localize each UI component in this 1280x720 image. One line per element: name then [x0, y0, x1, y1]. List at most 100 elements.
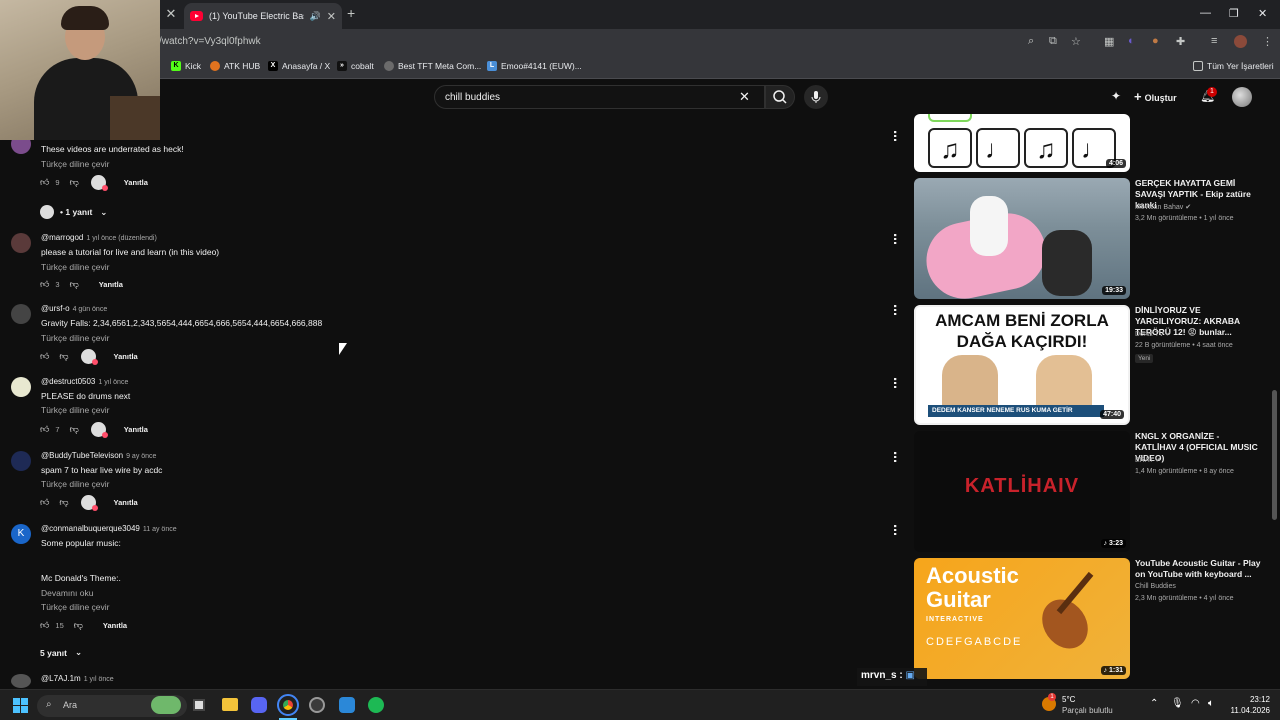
read-more-link[interactable]: Devamını oku — [41, 588, 93, 598]
app-icon[interactable] — [339, 697, 355, 713]
chrome-icon[interactable] — [277, 694, 299, 716]
replies-toggle[interactable]: • 1 yanıt ⌄ — [40, 205, 107, 219]
reply-button[interactable]: Yanıtla — [103, 621, 127, 630]
weather-desc[interactable]: Parçalı bulutlu — [1062, 706, 1113, 715]
video-thumbnail[interactable]: Acoustic Guitar INTERACTIVE CDEFGABCDE ♪… — [914, 558, 1130, 679]
bookmark-item[interactable]: L Emoo#4141 (EUW)... — [487, 61, 582, 71]
avatar[interactable] — [11, 233, 31, 253]
wifi-icon[interactable]: ◠ — [1191, 698, 1200, 709]
video-thumbnail[interactable]: ♫ ♩ ♫ ♩ 4:06 — [914, 114, 1130, 172]
all-bookmarks[interactable]: Tüm Yer İşaretleri — [1193, 61, 1274, 71]
translate-link[interactable]: Türkçe diline çevir — [41, 333, 110, 343]
create-button[interactable]: + Oluştur — [1134, 87, 1177, 107]
like-icon[interactable]: 👍︎ — [40, 424, 49, 435]
translate-link[interactable]: Türkçe diline çevir — [41, 159, 110, 169]
file-explorer-icon[interactable] — [222, 698, 238, 711]
recommended-video[interactable]: ♫ ♩ ♫ ♩ 4:06 — [914, 114, 1274, 172]
obs-icon[interactable] — [309, 697, 325, 713]
bookmark-item[interactable]: ATK HUB — [210, 61, 260, 71]
more-options-icon[interactable]: ⋯ — [888, 130, 902, 140]
bookmark-item[interactable]: K Kick — [171, 61, 201, 71]
like-icon[interactable]: 👍︎ — [40, 497, 49, 508]
search-button[interactable] — [765, 85, 795, 109]
avatar[interactable] — [11, 304, 31, 324]
recommended-video[interactable]: KATLİHAIV ♪ 3:23 KNGL X ORGANİZE - KATLİ… — [914, 431, 1274, 552]
avatar[interactable] — [11, 674, 31, 688]
translate-link[interactable]: Türkçe diline çevir — [41, 262, 110, 272]
dislike-icon[interactable]: 👎︎ — [74, 620, 83, 631]
more-options-icon[interactable]: ⋯ — [888, 524, 902, 534]
more-options-icon[interactable]: ⋯ — [888, 304, 902, 314]
voice-search-button[interactable] — [804, 85, 828, 109]
reply-button[interactable]: Yanıtla — [124, 178, 148, 187]
recommended-video[interactable]: 19:33 GERÇEK HAYATTA GEMİ SAVAŞI YAPTIK … — [914, 178, 1274, 299]
minimize-icon[interactable]: — — [1200, 7, 1211, 19]
video-thumbnail[interactable]: AMCAM BENİ ZORLA DAĞA KAÇIRDI! DEDEM KAN… — [914, 305, 1130, 425]
task-view-icon[interactable] — [193, 699, 205, 711]
reply-button[interactable]: Yanıtla — [124, 425, 148, 434]
star-icon[interactable]: ☆ — [1071, 35, 1081, 48]
microphone-icon[interactable]: 🎙︎ — [1171, 698, 1184, 709]
like-icon[interactable]: 👍︎ — [40, 620, 49, 631]
address-bar[interactable]: /watch?v=Vy3ql0fphwk — [159, 33, 1099, 51]
clock-date[interactable]: 11.04.2026 — [1224, 706, 1270, 715]
extension-icon[interactable]: ● — [1152, 35, 1159, 47]
tab-youtube[interactable]: (1) YouTube Electric Bass - F 🔊 ✕ — [184, 3, 342, 29]
avatar[interactable]: K — [11, 524, 31, 544]
weather-temp[interactable]: 5°C — [1062, 695, 1075, 704]
translate-link[interactable]: Türkçe diline çevir — [41, 602, 110, 612]
author-name[interactable]: @marrogod — [41, 233, 83, 242]
clear-search-icon[interactable]: ✕ — [739, 89, 750, 105]
dislike-icon[interactable]: 👎︎ — [59, 497, 68, 508]
install-icon[interactable]: ⧉ — [1049, 35, 1057, 48]
author-name[interactable]: @L7AJ.1m — [41, 674, 81, 683]
close-tab-icon[interactable]: ✕ — [327, 10, 336, 23]
reply-button[interactable]: Yanıtla — [114, 498, 138, 507]
like-icon[interactable]: 👍︎ — [40, 177, 49, 188]
bookmark-item[interactable]: Best TFT Meta Com... — [384, 61, 481, 71]
more-options-icon[interactable]: ⋯ — [888, 233, 902, 243]
like-icon[interactable]: 👍︎ — [40, 351, 49, 362]
dislike-icon[interactable]: 👎︎ — [70, 177, 79, 188]
author-name[interactable]: @conmanalbuquerque3049 — [41, 524, 140, 533]
reply-button[interactable]: Yanıtla — [99, 280, 123, 289]
window-close-icon[interactable]: ✕ — [1258, 7, 1267, 20]
extension-icon[interactable]: ◐ — [1128, 35, 1135, 47]
bookmark-item[interactable]: X Anasayfa / X — [268, 61, 330, 71]
replies-toggle[interactable]: 5 yanıt ⌄ — [40, 647, 82, 658]
restore-icon[interactable]: ❐ — [1229, 7, 1239, 20]
cast-icon[interactable]: ✦ — [1111, 89, 1121, 103]
volume-icon[interactable]: 🔈︎ — [1208, 698, 1214, 709]
more-options-icon[interactable]: ⋯ — [888, 377, 902, 387]
video-title[interactable]: YouTube Acoustic Guitar - Play on YouTub… — [1135, 558, 1263, 580]
search-input[interactable]: chill buddies — [434, 85, 765, 109]
media-icon[interactable]: ≡ — [1211, 35, 1217, 47]
close-icon[interactable]: ✕ — [165, 6, 177, 22]
speaker-icon[interactable]: 🔊 — [310, 11, 321, 22]
extension-icon[interactable]: ▦ — [1104, 35, 1114, 48]
channel-name[interactable]: Mevtcan Bahav ✔ — [1135, 203, 1191, 211]
author-name[interactable]: @BuddyTubeTelevison — [41, 451, 123, 460]
avatar[interactable] — [11, 377, 31, 397]
video-thumbnail[interactable]: 19:33 — [914, 178, 1130, 299]
recommended-video[interactable]: AMCAM BENİ ZORLA DAĞA KAÇIRDI! DEDEM KAN… — [914, 305, 1274, 425]
dislike-icon[interactable]: 👎︎ — [59, 351, 68, 362]
chevron-up-icon[interactable]: ⌃ — [1150, 698, 1158, 709]
dislike-icon[interactable]: 👎︎ — [70, 424, 79, 435]
profile-icon[interactable] — [1234, 35, 1247, 48]
author-name[interactable]: @destruct0503 — [41, 377, 95, 386]
more-options-icon[interactable]: ⋯ — [888, 451, 902, 461]
reply-button[interactable]: Yanıtla — [114, 352, 138, 361]
channel-name[interactable]: Chill Buddies — [1135, 583, 1176, 590]
dislike-icon[interactable]: 👎︎ — [70, 279, 79, 290]
start-icon[interactable] — [13, 698, 28, 713]
account-avatar[interactable] — [1232, 87, 1252, 107]
translate-link[interactable]: Türkçe diline çevir — [41, 405, 110, 415]
spotify-icon[interactable] — [368, 697, 384, 713]
new-tab-icon[interactable]: + — [347, 5, 355, 21]
menu-icon[interactable]: ⋮ — [1262, 35, 1273, 48]
bookmark-item[interactable]: » cobalt — [337, 61, 374, 71]
clock-time[interactable]: 23:12 — [1230, 695, 1270, 704]
translate-link[interactable]: Türkçe diline çevir — [41, 479, 110, 489]
like-icon[interactable]: 👍︎ — [40, 279, 49, 290]
